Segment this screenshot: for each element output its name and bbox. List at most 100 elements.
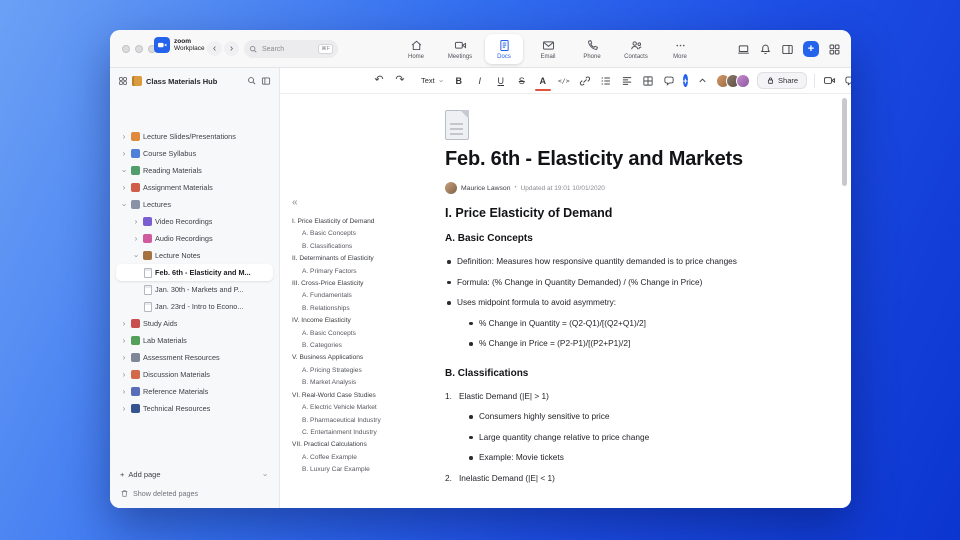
show-deleted-pages-button[interactable]: Show deleted pages bbox=[120, 489, 269, 498]
chevron-down-icon[interactable]: › bbox=[120, 167, 129, 175]
underline-button[interactable]: U bbox=[494, 73, 508, 89]
text-style-dropdown[interactable]: Text › bbox=[421, 76, 446, 85]
outline-item[interactable]: B. Pharmaceutical Industry bbox=[292, 415, 402, 427]
tab-phone[interactable]: Phone bbox=[573, 34, 611, 64]
avatar[interactable] bbox=[736, 73, 751, 88]
sidebar-item-reference-materials[interactable]: › Reference Materials bbox=[116, 383, 273, 400]
outline-item[interactable]: IV. Income Elasticity bbox=[292, 315, 402, 327]
sidebar-item-course-syllabus[interactable]: › Course Syllabus bbox=[116, 145, 273, 162]
italic-button[interactable]: I bbox=[473, 73, 487, 89]
strikethrough-button[interactable]: S bbox=[515, 73, 529, 89]
outline-item[interactable]: A. Electric Vehicle Market bbox=[292, 402, 402, 414]
close-window-button[interactable] bbox=[122, 45, 130, 53]
sidebar-item-video-recordings[interactable]: › Video Recordings bbox=[116, 213, 273, 230]
sidebar-item-lectures[interactable]: › Lectures bbox=[116, 196, 273, 213]
bullet-list-button[interactable] bbox=[599, 73, 613, 89]
outline-item[interactable]: III. Cross-Price Elasticity bbox=[292, 278, 402, 290]
chevron-right-icon[interactable]: › bbox=[120, 132, 128, 141]
insert-plus-button[interactable]: + bbox=[682, 74, 689, 87]
sidebar-item-lecture-notes[interactable]: › Lecture Notes bbox=[116, 247, 273, 264]
sidebar-item-assignment-materials[interactable]: › Assignment Materials bbox=[116, 179, 273, 196]
outline-item[interactable]: A. Basic Concepts bbox=[292, 228, 402, 240]
redo-button[interactable]: ↷ bbox=[393, 73, 407, 89]
workspace-grid-icon[interactable] bbox=[118, 76, 128, 86]
sidebar-item-jan-23-intro[interactable]: Jan. 23rd - Intro to Econo... bbox=[116, 298, 273, 315]
sidebar-item-audio-recordings[interactable]: › Audio Recordings bbox=[116, 230, 273, 247]
outline-item[interactable]: A. Primary Factors bbox=[292, 266, 402, 278]
chevron-down-icon[interactable]: › bbox=[261, 471, 270, 479]
sidebar-search-icon[interactable] bbox=[247, 76, 257, 86]
comment-button[interactable] bbox=[662, 73, 676, 89]
vertical-scrollbar[interactable] bbox=[842, 98, 847, 186]
outline-item[interactable]: A. Coffee Example bbox=[292, 452, 402, 464]
outline-item[interactable]: B. Categories bbox=[292, 340, 402, 352]
devices-icon[interactable] bbox=[737, 43, 750, 56]
text-color-button[interactable]: A bbox=[534, 73, 551, 91]
sidebar-item-feb-6-elasticity[interactable]: Feb. 6th - Elasticity and M... bbox=[116, 264, 273, 281]
notifications-bell-icon[interactable] bbox=[759, 43, 772, 56]
outline-item[interactable]: VII. Practical Calculations bbox=[292, 439, 402, 451]
table-button[interactable] bbox=[641, 73, 655, 89]
forward-button[interactable]: › bbox=[224, 41, 239, 56]
sidebar-item-assessment-resources[interactable]: › Assessment Resources bbox=[116, 349, 273, 366]
outline-item[interactable]: B. Relationships bbox=[292, 303, 402, 315]
chevron-right-icon[interactable]: › bbox=[120, 404, 128, 413]
chevron-right-icon[interactable]: › bbox=[120, 319, 128, 328]
side-panel-icon[interactable] bbox=[781, 43, 794, 56]
chat-bubble-icon[interactable] bbox=[843, 73, 851, 89]
tab-more[interactable]: More bbox=[661, 34, 699, 64]
chevron-right-icon[interactable]: › bbox=[120, 336, 128, 345]
collapse-outline-icon[interactable]: « bbox=[292, 198, 402, 208]
new-item-plus-button[interactable]: + bbox=[803, 41, 819, 57]
chevron-down-icon[interactable]: › bbox=[120, 201, 129, 209]
document-title[interactable]: Feb. 6th - Elasticity and Markets bbox=[445, 148, 743, 171]
sidebar-item-technical-resources[interactable]: › Technical Resources bbox=[116, 400, 273, 417]
collaborator-avatars[interactable] bbox=[716, 73, 751, 88]
bold-button[interactable]: B bbox=[452, 73, 466, 89]
sidebar-item-reading-materials[interactable]: › Reading Materials bbox=[116, 162, 273, 179]
tab-home[interactable]: Home bbox=[397, 34, 435, 64]
code-button[interactable]: </> bbox=[557, 73, 571, 89]
chevron-right-icon[interactable]: › bbox=[132, 217, 140, 226]
chevron-down-icon[interactable]: › bbox=[132, 252, 141, 260]
tab-meetings[interactable]: Meetings bbox=[441, 34, 479, 64]
tab-contacts[interactable]: Contacts bbox=[617, 34, 655, 64]
chevron-right-icon[interactable]: › bbox=[120, 183, 128, 192]
tab-email[interactable]: Email bbox=[529, 34, 567, 64]
add-page-button[interactable]: + Add page › bbox=[120, 470, 270, 479]
sidebar-item-lab-materials[interactable]: › Lab Materials bbox=[116, 332, 273, 349]
outline-item[interactable]: B. Market Analysis bbox=[292, 377, 402, 389]
global-search-input[interactable]: Search ⌘F bbox=[244, 40, 338, 58]
apps-grid-icon[interactable] bbox=[828, 43, 841, 56]
chevron-right-icon[interactable]: › bbox=[132, 234, 140, 243]
sidebar-item-jan-30-markets[interactable]: Jan. 30th - Markets and P... bbox=[116, 281, 273, 298]
chevron-right-icon[interactable]: › bbox=[120, 149, 128, 158]
sidebar-item-discussion-materials[interactable]: › Discussion Materials bbox=[116, 366, 273, 383]
minimize-window-button[interactable] bbox=[135, 45, 143, 53]
outline-item[interactable]: A. Fundamentals bbox=[292, 290, 402, 302]
chevron-right-icon[interactable]: › bbox=[120, 353, 128, 362]
outline-item[interactable]: B. Classifications bbox=[292, 241, 402, 253]
outline-item[interactable]: B. Luxury Car Example bbox=[292, 464, 402, 476]
outline-item[interactable]: C. Entertainment Industry bbox=[292, 427, 402, 439]
sidebar-item-study-aids[interactable]: › Study Aids bbox=[116, 315, 273, 332]
outline-item[interactable]: II. Determinants of Elasticity bbox=[292, 253, 402, 265]
outline-item[interactable]: I. Price Elasticity of Demand bbox=[292, 216, 402, 228]
outline-item[interactable]: A. Basic Concepts bbox=[292, 328, 402, 340]
align-button[interactable] bbox=[620, 73, 634, 89]
undo-button[interactable]: ↶ bbox=[372, 73, 386, 89]
sidebar-item-lecture-slides[interactable]: › Lecture Slides/Presentations bbox=[116, 128, 273, 145]
collapse-toolbar-icon[interactable] bbox=[695, 73, 709, 89]
link-button[interactable] bbox=[578, 73, 592, 89]
outline-item[interactable]: VI. Real-World Case Studies bbox=[292, 390, 402, 402]
share-button[interactable]: Share bbox=[757, 72, 808, 89]
outline-item[interactable]: V. Business Applications bbox=[292, 352, 402, 364]
document-content[interactable]: I. Price Elasticity of Demand A. Basic C… bbox=[445, 206, 785, 494]
video-camera-icon[interactable] bbox=[822, 73, 836, 89]
outline-item[interactable]: A. Pricing Strategies bbox=[292, 365, 402, 377]
chevron-right-icon[interactable]: › bbox=[120, 387, 128, 396]
chevron-right-icon[interactable]: › bbox=[120, 370, 128, 379]
tab-docs[interactable]: Docs bbox=[485, 34, 523, 64]
collapse-sidebar-icon[interactable] bbox=[261, 76, 271, 86]
back-button[interactable]: ‹ bbox=[207, 41, 222, 56]
